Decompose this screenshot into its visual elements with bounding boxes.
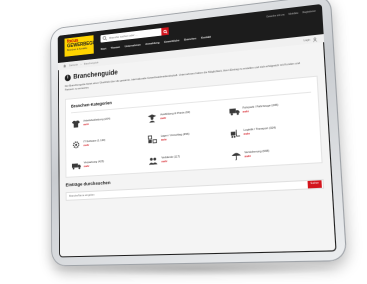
site-logo[interactable]: focus GEWERBEGUIDE Branchen & Kontakte bbox=[64, 35, 103, 57]
top-links: Gewerbe mit uns Merkliste Registrieren bbox=[266, 10, 316, 19]
category-more-link[interactable]: mehr bbox=[84, 143, 106, 148]
category-text: Fuhrpark / Fahrzeuge (245) mehr bbox=[242, 103, 278, 114]
package-truck-icon bbox=[71, 163, 81, 170]
nav-item[interactable]: Gewerbliche bbox=[164, 38, 180, 44]
nav-item[interactable]: Anmeldung bbox=[145, 41, 159, 46]
top-link[interactable]: Merkliste bbox=[289, 12, 299, 16]
nav-item[interactable]: Branchen bbox=[184, 36, 196, 41]
gear-icon bbox=[71, 140, 81, 150]
login-label: Login bbox=[303, 38, 311, 43]
nav-item[interactable]: Unternehmen bbox=[125, 43, 141, 49]
nav-item[interactable]: Themen bbox=[111, 45, 121, 50]
header-search-button[interactable] bbox=[161, 27, 169, 36]
category-item[interactable]: Verpackung (425) mehr bbox=[71, 155, 144, 172]
umbrella-icon bbox=[231, 152, 241, 161]
user-icon bbox=[312, 37, 318, 43]
truck-icon bbox=[229, 108, 240, 116]
nav-item[interactable]: Kontakt bbox=[201, 35, 211, 40]
category-text: IT-Software (1.120) mehr bbox=[83, 138, 106, 148]
tablet-device: focus GEWERBEGUIDE Branchen & Kontakte B… bbox=[50, 0, 348, 267]
category-text: Arbeitsbekleidung (204) mehr bbox=[83, 117, 110, 127]
home-icon[interactable] bbox=[63, 64, 67, 68]
category-item[interactable]: Verbände (117) mehr bbox=[148, 150, 227, 168]
page-content: i Branchenguide Der Branchenguide bietet… bbox=[58, 42, 333, 204]
category-text: Versicherung (648) mehr bbox=[244, 149, 270, 159]
info-icon: i bbox=[64, 74, 71, 82]
breadcrumb-separator: › bbox=[80, 62, 82, 66]
forklift-icon bbox=[230, 128, 240, 138]
breadcrumb-item: Branchenguide bbox=[83, 60, 99, 66]
category-item[interactable]: Lager / Umschlag (456) mehr bbox=[148, 128, 226, 146]
boxes-icon bbox=[148, 134, 158, 145]
category-more-link[interactable]: mehr bbox=[84, 164, 104, 168]
category-item[interactable]: Ausbildung & Praxis (62) mehr bbox=[147, 106, 225, 125]
category-text: Logistik / Transport (324) mehr bbox=[243, 126, 276, 137]
breadcrumb-item[interactable]: Startseite bbox=[69, 63, 78, 67]
category-text: Ausbildung & Praxis (62) mehr bbox=[160, 110, 190, 120]
people-icon bbox=[149, 157, 158, 165]
top-link[interactable]: Gewerbe mit uns bbox=[266, 13, 284, 18]
category-item[interactable]: Arbeitsbekleidung (204) mehr bbox=[71, 112, 144, 130]
category-text: Verbände (117) mehr bbox=[161, 155, 180, 164]
graduate-icon bbox=[148, 114, 157, 123]
category-item[interactable]: Versicherung (648) mehr bbox=[230, 144, 315, 163]
category-item[interactable]: IT-Software (1.120) mehr bbox=[71, 134, 144, 152]
top-link[interactable]: Registrieren bbox=[302, 10, 316, 15]
categories-panel: Branchen-Kategorien Arbeitsbekleidung (2… bbox=[64, 75, 323, 178]
logo-line-3: Branchen & Kontakte bbox=[67, 46, 88, 52]
category-more-link[interactable]: mehr bbox=[245, 154, 270, 159]
entries-search-button[interactable]: Suchen bbox=[307, 179, 322, 188]
tablet-screen: focus GEWERBEGUIDE Branchen & Kontakte B… bbox=[57, 3, 337, 258]
category-text: Lager / Umschlag (456) mehr bbox=[161, 132, 190, 142]
nav-item[interactable]: Start bbox=[101, 47, 107, 51]
category-text: Verpackung (425) mehr bbox=[84, 160, 104, 169]
tshirt-icon bbox=[71, 120, 80, 128]
header-search-input[interactable] bbox=[107, 28, 158, 42]
category-item[interactable]: Logistik / Transport (324) mehr bbox=[229, 121, 313, 140]
category-item[interactable]: Fuhrpark / Fahrzeuge (245) mehr bbox=[228, 98, 312, 118]
search-button-icon bbox=[163, 29, 168, 34]
category-more-link[interactable]: mehr bbox=[161, 160, 180, 164]
